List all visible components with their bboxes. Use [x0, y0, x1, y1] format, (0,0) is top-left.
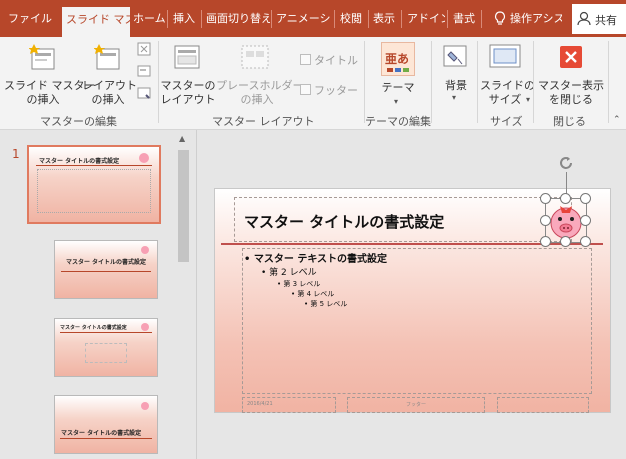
tell-me-box[interactable]: 操作アシスト	[510, 8, 562, 30]
theme-button[interactable]: テーマ	[377, 81, 419, 95]
scrollbar-thumb[interactable]	[178, 150, 189, 262]
collapse-ribbon-icon[interactable]: ⌃	[613, 115, 621, 125]
thumbnail-master[interactable]: マスター タイトルの書式設定	[27, 145, 161, 224]
tab-slide-master[interactable]: スライド マスター	[62, 7, 130, 37]
insert-placeholder-button[interactable]: プレースホルダー の挿入	[216, 79, 303, 107]
thumbnail-scrollbar[interactable]: ▲	[177, 132, 190, 459]
resize-handle[interactable]	[540, 236, 551, 247]
tab-view[interactable]: 表示	[373, 8, 399, 30]
resize-handle[interactable]	[540, 193, 551, 204]
resize-handle[interactable]	[580, 236, 591, 247]
resize-handle[interactable]	[560, 236, 571, 247]
group-label-edit-theme: テーマの編集	[365, 115, 431, 128]
resize-handle[interactable]	[580, 193, 591, 204]
tab-home[interactable]: ホーム	[133, 8, 167, 30]
group-label-close: 閉じる	[553, 115, 586, 128]
background-button[interactable]: 背景	[437, 79, 475, 93]
thumbnail-title: マスター タイトルの書式設定	[39, 158, 120, 165]
chevron-down-icon: ▾	[394, 97, 399, 106]
slide-size-button[interactable]: スライドの サイズ	[480, 79, 535, 107]
tab-insert[interactable]: 挿入	[173, 8, 199, 30]
thumbnail-layout-2[interactable]: マスター タイトルの書式設定	[54, 318, 158, 377]
pig-icon	[139, 153, 149, 163]
thumbnail-title: マスター タイトルの書式設定	[60, 325, 127, 331]
preserve-icon[interactable]	[137, 85, 151, 104]
tab-animations[interactable]: アニメーション	[276, 8, 332, 30]
date-text: 2016/4/21	[247, 401, 273, 407]
pig-icon	[141, 323, 149, 331]
resize-handle[interactable]	[560, 193, 571, 204]
date-placeholder[interactable]: 2016/4/21	[242, 397, 336, 413]
chevron-down-icon: ▾	[526, 95, 531, 104]
background-icon	[441, 43, 469, 75]
footer-text: フッター	[406, 402, 427, 408]
insert-layout-icon	[93, 43, 122, 75]
tab-review[interactable]: 校閲	[340, 8, 366, 30]
thumbnail-layout-1[interactable]: マスター タイトルの書式設定	[54, 240, 158, 299]
text-level-5: • 第 5 レベル	[304, 300, 348, 308]
footer-checkbox[interactable]: フッター	[300, 82, 358, 98]
slide-size-icon	[488, 43, 522, 75]
pig-icon	[141, 246, 149, 254]
ribbon: スライド マスター の挿入 レイアウト の挿入 マスターの レイアウト プレース…	[0, 37, 626, 130]
slide-number-placeholder[interactable]	[497, 397, 589, 413]
person-icon	[577, 11, 591, 30]
tab-format[interactable]: 書式	[453, 8, 479, 30]
tab-file[interactable]: ファイル	[8, 8, 58, 30]
share-label: 共有	[595, 14, 617, 27]
resize-handle[interactable]	[580, 215, 591, 226]
close-icon	[560, 46, 582, 68]
lightbulb-icon	[494, 11, 506, 26]
theme-icon: 亜あ	[381, 42, 415, 76]
group-label-master-layout: マスター レイアウト	[212, 115, 315, 128]
thumbnail-title: マスター タイトルの書式設定	[61, 430, 142, 437]
group-label-size: サイズ	[490, 115, 523, 128]
text-level-4: • 第 4 レベル	[291, 290, 335, 298]
insert-slide-master-button[interactable]: スライド マスター の挿入	[4, 79, 96, 107]
insert-slide-master-icon	[28, 43, 57, 75]
group-label-edit-master: マスターの編集	[40, 115, 117, 128]
insert-layout-button[interactable]: レイアウト の挿入	[82, 79, 137, 107]
resize-handle[interactable]	[540, 215, 551, 226]
text-level-2: • 第 2 レベル	[261, 268, 317, 278]
footer-placeholder[interactable]: フッター	[347, 397, 485, 413]
title-checkbox[interactable]: タイトル	[300, 52, 358, 68]
delete-icon[interactable]	[137, 41, 151, 60]
ribbon-tab-bar: ファイル スライド マスター ホーム 挿入 画面切り替え アニメーション 校閲 …	[0, 0, 626, 37]
tab-addins[interactable]: アドイン	[407, 8, 445, 30]
text-level-1: • マスター テキストの書式設定	[244, 254, 388, 265]
pig-icon	[141, 402, 149, 410]
share-button[interactable]: 共有	[572, 4, 626, 34]
insert-placeholder-icon	[240, 43, 270, 75]
thumbnail-layout-3[interactable]: マスター タイトルの書式設定	[54, 395, 158, 454]
slide-number: 1	[12, 147, 20, 161]
scroll-up-icon[interactable]: ▲	[179, 134, 185, 143]
tab-transitions[interactable]: 画面切り替え	[206, 8, 270, 30]
text-level-3: • 第 3 レベル	[277, 280, 321, 288]
thumbnail-pane: 1 マスター タイトルの書式設定 マスター タイトルの書式設定 マスター タイト…	[0, 130, 197, 459]
chevron-down-icon: ▾	[452, 93, 457, 102]
title-checkbox-label: タイトル	[314, 54, 358, 67]
master-layout-button[interactable]: マスターの レイアウト	[160, 79, 216, 107]
master-layout-icon	[173, 43, 201, 75]
thumbnail-title: マスター タイトルの書式設定	[65, 259, 147, 266]
close-master-view-button[interactable]: マスター表示 を閉じる	[536, 79, 606, 107]
footer-checkbox-label: フッター	[314, 84, 358, 97]
slide-title: マスター タイトルの書式設定	[244, 213, 445, 231]
rename-icon[interactable]	[137, 63, 151, 82]
